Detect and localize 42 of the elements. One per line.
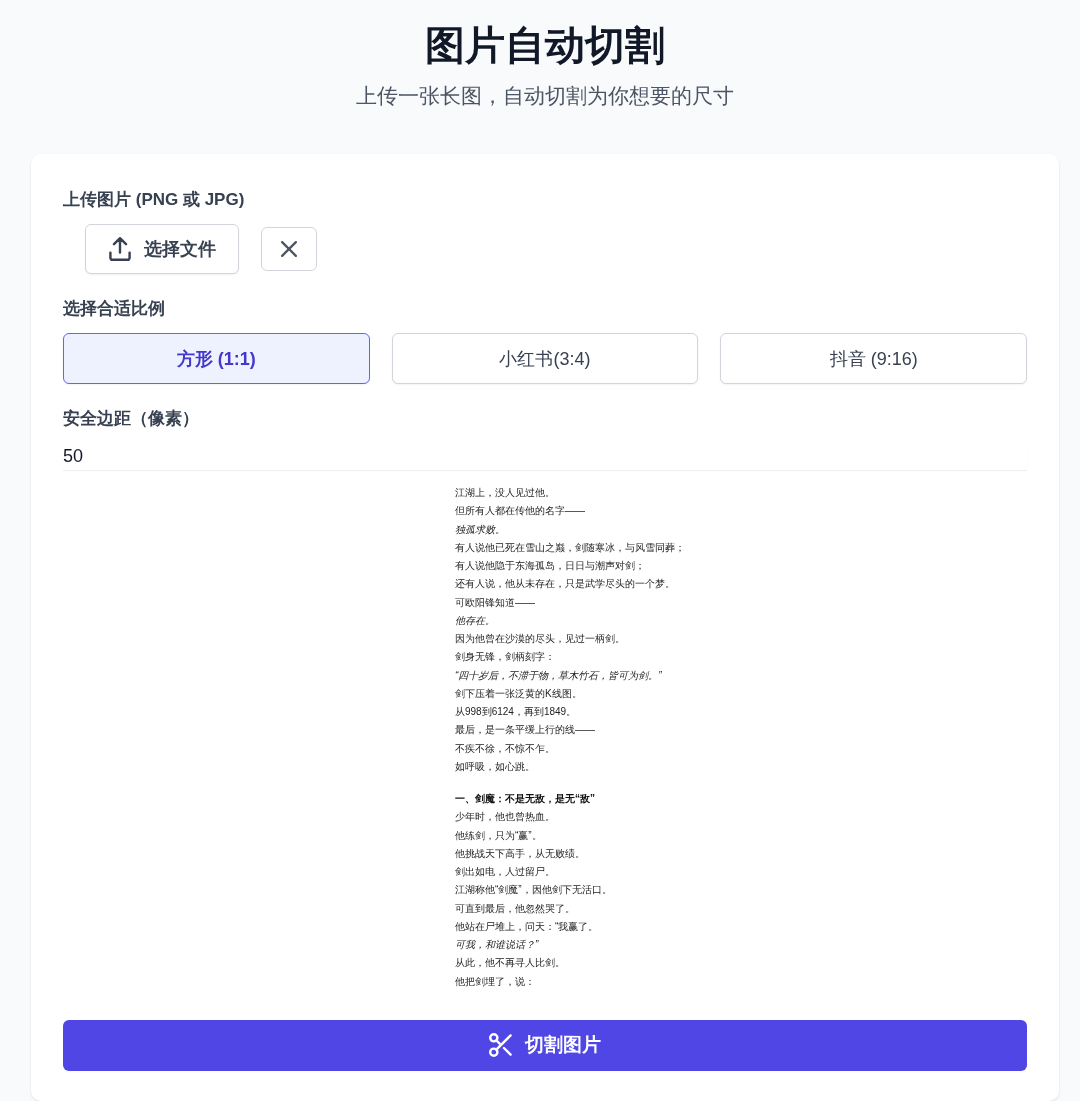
preview-text-line: 他挑战天下高手，从无败绩。 xyxy=(455,846,585,861)
preview-text-line: 独孤求败。 xyxy=(455,522,505,537)
upload-label: 上传图片 (PNG 或 JPG) xyxy=(63,189,245,211)
clear-button[interactable] xyxy=(261,227,317,271)
ratio-option[interactable]: 抖音 (9:16) xyxy=(720,333,1027,384)
preview-text-line: 还有人说，他从未存在，只是武学尽头的一个梦。 xyxy=(455,577,675,592)
preview-text-line: 他练剑，只为“赢”。 xyxy=(455,828,542,843)
scissors-icon xyxy=(489,1033,513,1058)
preview-text-line: 剑出如电，人过留尸。 xyxy=(455,865,555,879)
page-title: 图片自动切割 xyxy=(425,22,665,69)
preview-text-line: 江湖上，没人见过他。 xyxy=(455,486,555,500)
preview-text-line: 剑身无锋，剑柄刻字： xyxy=(455,650,555,665)
preview-text-line: “四十岁后，不滞于物，草木竹石，皆可为剑。” xyxy=(455,668,662,683)
preview-text-line: 如呼吸，如心跳。 xyxy=(455,759,535,774)
choose-file-button[interactable]: 选择文件 xyxy=(85,224,239,274)
preview-text-line: 可我，和谁说话？” xyxy=(455,938,539,952)
preview-text-line: 少年时，他也曾热血。 xyxy=(455,810,555,825)
preview-text-line: 可欧阳锋知道—— xyxy=(455,595,535,610)
margin-label: 安全边距（像素） xyxy=(63,408,199,430)
preview-text-line: 从此，他不再寻人比剑。 xyxy=(455,956,565,971)
upload-icon xyxy=(108,237,132,261)
ratio-option[interactable]: 方形 (1:1) xyxy=(63,333,370,384)
page-subtitle: 上传一张长图，自动切割为你想要的尺寸 xyxy=(356,83,734,109)
preview-text-line: 最后，是一条平缓上行的线—— xyxy=(455,723,595,738)
close-icon xyxy=(281,241,297,257)
preview-heading: 一、剑魔：不是无敌，是无“敌” xyxy=(455,792,595,806)
preview-text-line: 因为他曾在沙漠的尽头，见过一柄剑。 xyxy=(455,632,625,646)
ratio-label: 选择合适比例 xyxy=(63,298,165,320)
preview-text-line: 可直到最后，他忽然哭了。 xyxy=(455,901,575,916)
preview-text-line: 从998到6124，再到1849。 xyxy=(455,705,577,719)
preview-text-line: 但所有人都在传他的名字—— xyxy=(455,504,585,519)
cut-image-button[interactable]: 切割图片 xyxy=(63,1019,1027,1071)
preview-text-line: 江湖称他“剑魔”，因他剑下无活口。 xyxy=(455,883,612,898)
preview-text-line: 有人说他隐于东海孤岛，日日与潮声对剑； xyxy=(455,559,645,573)
preview-text-line: 他存在。 xyxy=(455,613,495,628)
preview-text-line: 剑下压着一张泛黄的K线图。 xyxy=(455,686,582,701)
preview-text-line: 他站在尸堆上，问天：“我赢了。 xyxy=(455,919,599,934)
preview-text-line: 有人说他已死在雪山之巅，剑随寒冰，与风雪同葬； xyxy=(455,540,685,555)
ratio-option[interactable]: 小红书(3:4) xyxy=(391,333,699,384)
preview-text-line: 他把剑埋了，说： xyxy=(455,974,535,989)
margin-input-field[interactable]: 50 xyxy=(63,442,1027,470)
preview-text-line: 不疾不徐，不惊不乍。 xyxy=(455,741,555,756)
